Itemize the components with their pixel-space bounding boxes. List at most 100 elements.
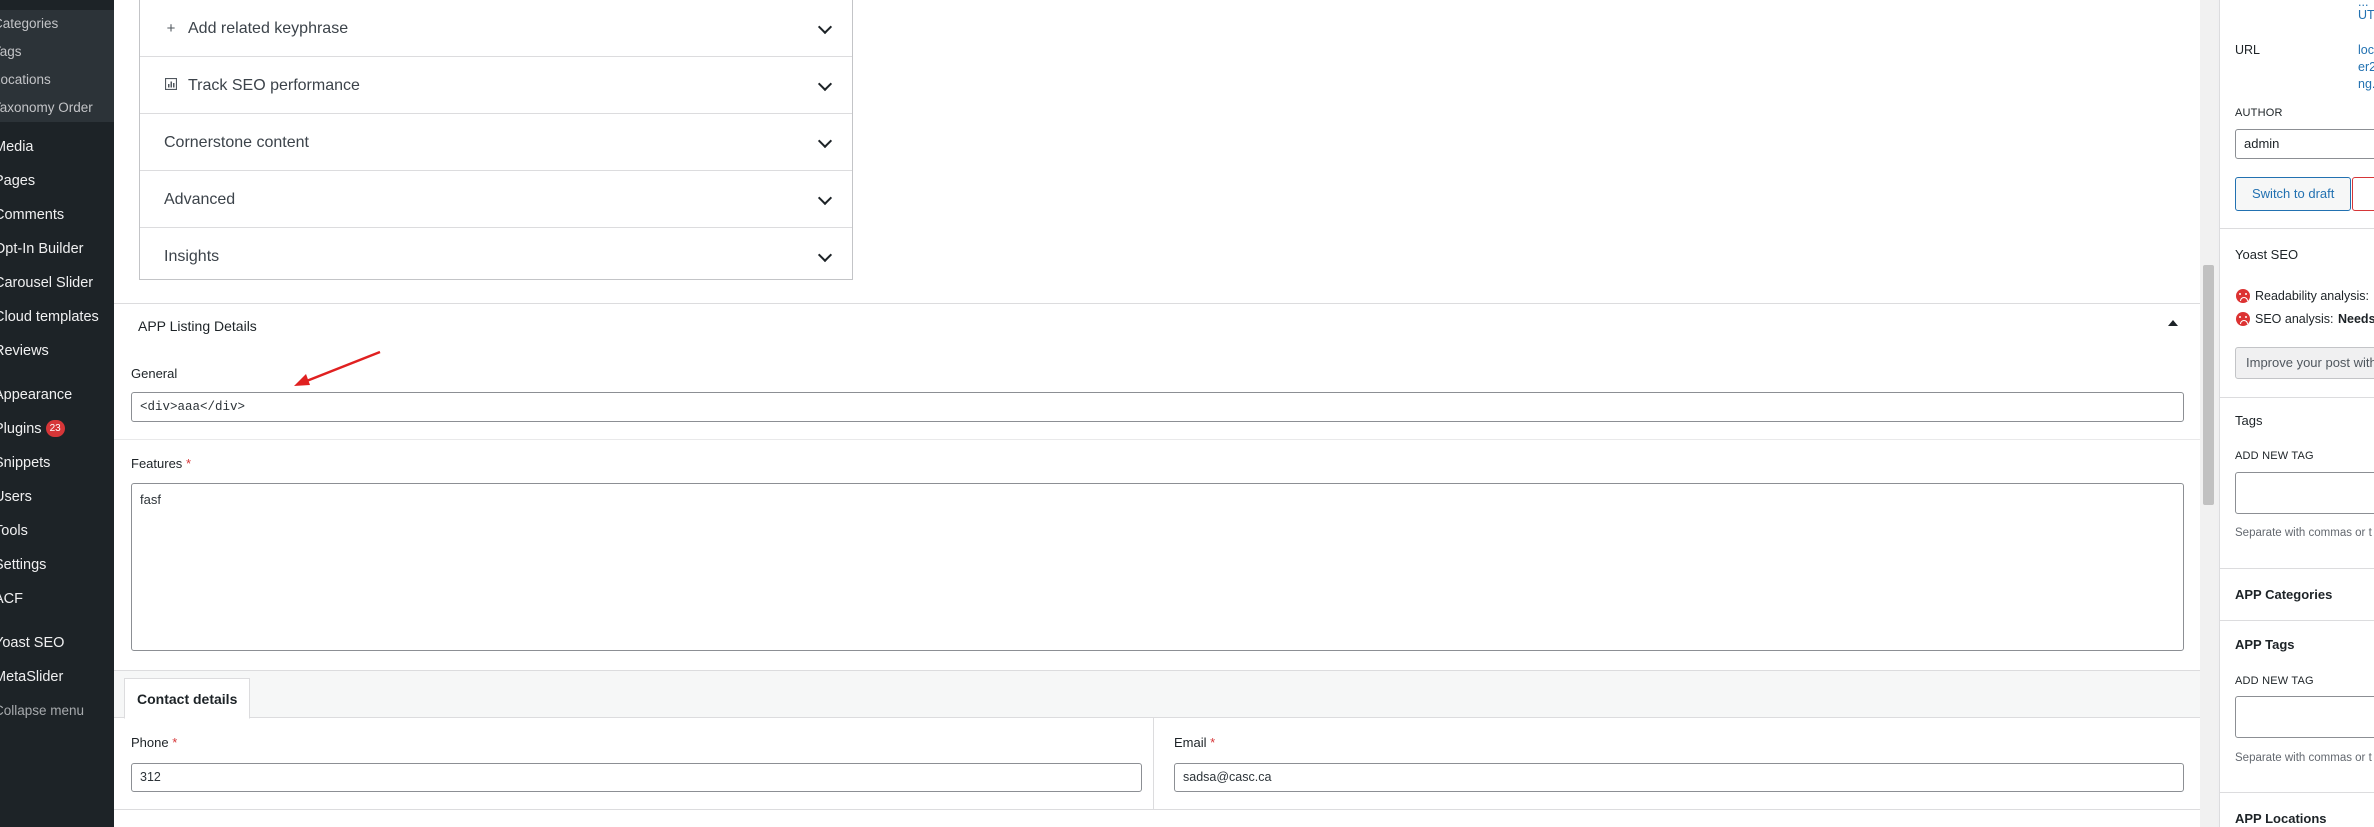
menu-pages[interactable]: Pages xyxy=(0,164,114,198)
field-divider xyxy=(114,439,2200,440)
features-label: Features * xyxy=(131,456,191,471)
plus-icon: + xyxy=(166,20,176,37)
permalink-fragment[interactable]: ng. xyxy=(2358,76,2374,93)
sidebar-separator xyxy=(2220,620,2374,621)
editor-sidebar: ... UT URL loc er2 ng. AUTHOR admin Swit… xyxy=(2219,0,2374,827)
menu-comments[interactable]: Comments xyxy=(0,198,114,232)
app-locations-title[interactable]: APP Locations xyxy=(2235,811,2327,826)
collapse-triangle-icon[interactable] xyxy=(2168,320,2178,326)
app-tags-add-label: ADD NEW TAG xyxy=(2235,675,2314,687)
general-field[interactable]: <div>aaa</div> xyxy=(131,392,2184,422)
menu-reviews[interactable]: Reviews xyxy=(0,334,114,368)
collapse-menu-button[interactable]: Collapse menu xyxy=(0,694,114,728)
yoast-row-cornerstone-content[interactable]: Cornerstone content xyxy=(140,114,852,171)
submenu-locations[interactable]: Locations xyxy=(0,66,114,94)
app-listing-header[interactable]: APP Listing Details xyxy=(114,303,2200,349)
editor-scrollbar[interactable] xyxy=(2200,0,2217,827)
permalink-fragment[interactable]: loc xyxy=(2358,42,2374,59)
add-new-tag-label: ADD NEW TAG xyxy=(2235,450,2314,462)
email-field[interactable]: sadsa@casc.ca xyxy=(1174,763,2184,792)
yoast-row-label: Cornerstone content xyxy=(164,134,309,151)
features-label-text: Features xyxy=(131,456,183,471)
app-tags-title[interactable]: APP Tags xyxy=(2235,637,2294,652)
contact-tabs-bar: Contact details xyxy=(114,670,2200,719)
post-editor-content: + Add related keyphrase Track SEO perform… xyxy=(114,0,2200,827)
yoast-row-advanced[interactable]: Advanced xyxy=(140,171,852,228)
phone-label-text: Phone xyxy=(131,735,169,750)
phone-field[interactable]: 312 xyxy=(131,763,1142,792)
menu-metaslider[interactable]: MetaSlider xyxy=(0,660,114,694)
chart-icon xyxy=(164,57,178,114)
menu-opt-in-builder[interactable]: Opt-In Builder xyxy=(0,232,114,266)
sidebar-separator xyxy=(2220,792,2374,793)
scrollbar-thumb[interactable] xyxy=(2203,265,2214,505)
tab-contact-details[interactable]: Contact details xyxy=(124,678,251,719)
sidebar-separator xyxy=(2220,228,2374,229)
phone-label: Phone * xyxy=(131,735,177,750)
menu-settings[interactable]: Settings xyxy=(0,548,114,582)
submenu-tags[interactable]: Tags xyxy=(0,38,114,66)
menu-appearance[interactable]: Appearance xyxy=(0,378,114,412)
chevron-down-icon xyxy=(817,76,833,92)
email-label-text: Email xyxy=(1174,735,1207,750)
url-label: URL xyxy=(2235,43,2261,57)
submenu-categories[interactable]: Categories xyxy=(0,10,114,38)
plugins-update-badge: 23 xyxy=(45,420,65,437)
annotation-arrow-icon xyxy=(294,350,381,386)
required-marker: * xyxy=(172,735,178,750)
yoast-row-track-seo-performance[interactable]: Track SEO performance xyxy=(140,57,852,114)
sad-face-icon xyxy=(2236,312,2250,326)
seo-analysis-label: SEO analysis: xyxy=(2255,312,2334,326)
menu-separator xyxy=(0,616,114,626)
chevron-down-icon xyxy=(817,19,833,35)
general-label: General xyxy=(131,366,178,381)
menu-plugins[interactable]: Plugins23 xyxy=(0,412,114,446)
menu-separator xyxy=(0,368,114,378)
email-label: Email * xyxy=(1174,735,1215,750)
metabox-bottom-border xyxy=(114,809,2200,810)
yoast-row-related-keyphrase[interactable]: + Add related keyphrase xyxy=(140,0,852,57)
yoast-row-label: Advanced xyxy=(164,191,236,208)
menu-carousel-slider[interactable]: Carousel Slider xyxy=(0,266,114,300)
tags-title: Tags xyxy=(2235,413,2263,428)
menu-cloud-templates[interactable]: Cloud templates xyxy=(0,300,114,334)
sad-face-icon xyxy=(2236,289,2250,303)
menu-plugins-label: Plugins xyxy=(0,421,42,437)
app-tags-help-text: Separate with commas or t xyxy=(2235,752,2372,764)
sidebar-top-link-fragment[interactable]: UT xyxy=(2358,7,2374,24)
seo-analysis-status: Needs xyxy=(2338,312,2374,326)
posts-submenu: Categories Tags Locations Taxonomy Order xyxy=(0,10,114,122)
permalink-fragment[interactable]: er2 xyxy=(2358,59,2374,76)
yoast-row-label: Track SEO performance xyxy=(188,77,360,94)
menu-acf[interactable]: ACF xyxy=(0,582,114,616)
chevron-down-icon xyxy=(817,133,833,149)
column-divider xyxy=(1153,718,1154,810)
yoast-row-label: Add related keyphrase xyxy=(188,20,349,37)
app-categories-title[interactable]: APP Categories xyxy=(2235,587,2332,602)
app-tags-input[interactable] xyxy=(2235,696,2374,738)
yoast-seo-title: Yoast SEO xyxy=(2235,247,2299,262)
features-textarea[interactable]: fasf xyxy=(131,483,2184,651)
switch-to-draft-button[interactable]: Switch to draft xyxy=(2235,177,2352,211)
move-to-trash-button[interactable] xyxy=(2352,177,2374,211)
improve-post-button[interactable]: Improve your post with xyxy=(2235,347,2374,379)
menu-yoast-seo[interactable]: Yoast SEO xyxy=(0,626,114,660)
yoast-row-insights[interactable]: Insights xyxy=(140,228,852,285)
sidebar-separator xyxy=(2220,568,2374,569)
submenu-taxonomy-order[interactable]: Taxonomy Order xyxy=(0,94,114,122)
required-marker: * xyxy=(1210,735,1216,750)
app-listing-title: APP Listing Details xyxy=(138,318,257,334)
tags-help-text: Separate with commas or t xyxy=(2235,527,2372,539)
author-select[interactable]: admin xyxy=(2235,129,2374,159)
admin-menu: Categories Tags Locations Taxonomy Order… xyxy=(0,0,114,827)
chevron-down-icon xyxy=(817,190,833,206)
tags-input[interactable] xyxy=(2235,472,2374,514)
author-label: AUTHOR xyxy=(2235,107,2283,119)
menu-users[interactable]: Users xyxy=(0,480,114,514)
menu-media[interactable]: Media xyxy=(0,130,114,164)
required-marker: * xyxy=(185,456,191,471)
menu-snippets[interactable]: Snippets xyxy=(0,446,114,480)
readability-analysis-label: Readability analysis: xyxy=(2255,289,2369,303)
yoast-metabox: + Add related keyphrase Track SEO perform… xyxy=(139,0,853,280)
menu-tools[interactable]: Tools xyxy=(0,514,114,548)
